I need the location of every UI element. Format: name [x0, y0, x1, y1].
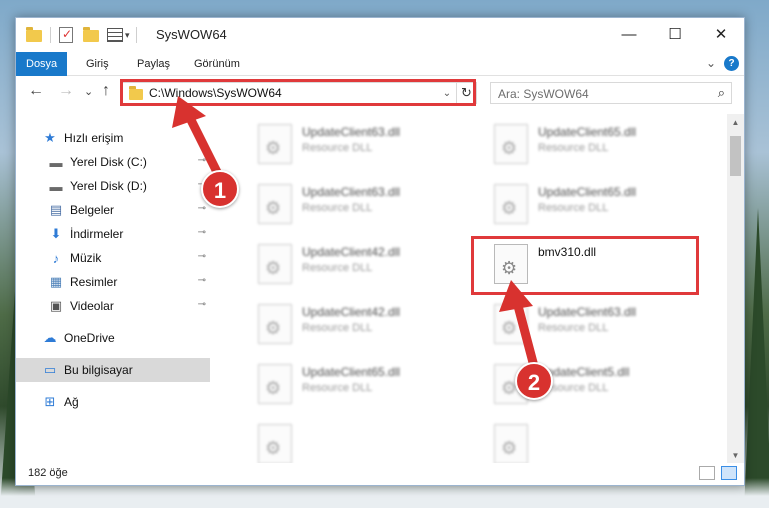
- arrow-1-shaft: [185, 113, 225, 183]
- annotation-arrows: [172, 96, 540, 375]
- arrow-2-head: [499, 280, 533, 312]
- step-1-badge: 1: [201, 170, 239, 208]
- step-2-badge: 2: [515, 362, 553, 400]
- arrow-2-shaft: [512, 297, 540, 375]
